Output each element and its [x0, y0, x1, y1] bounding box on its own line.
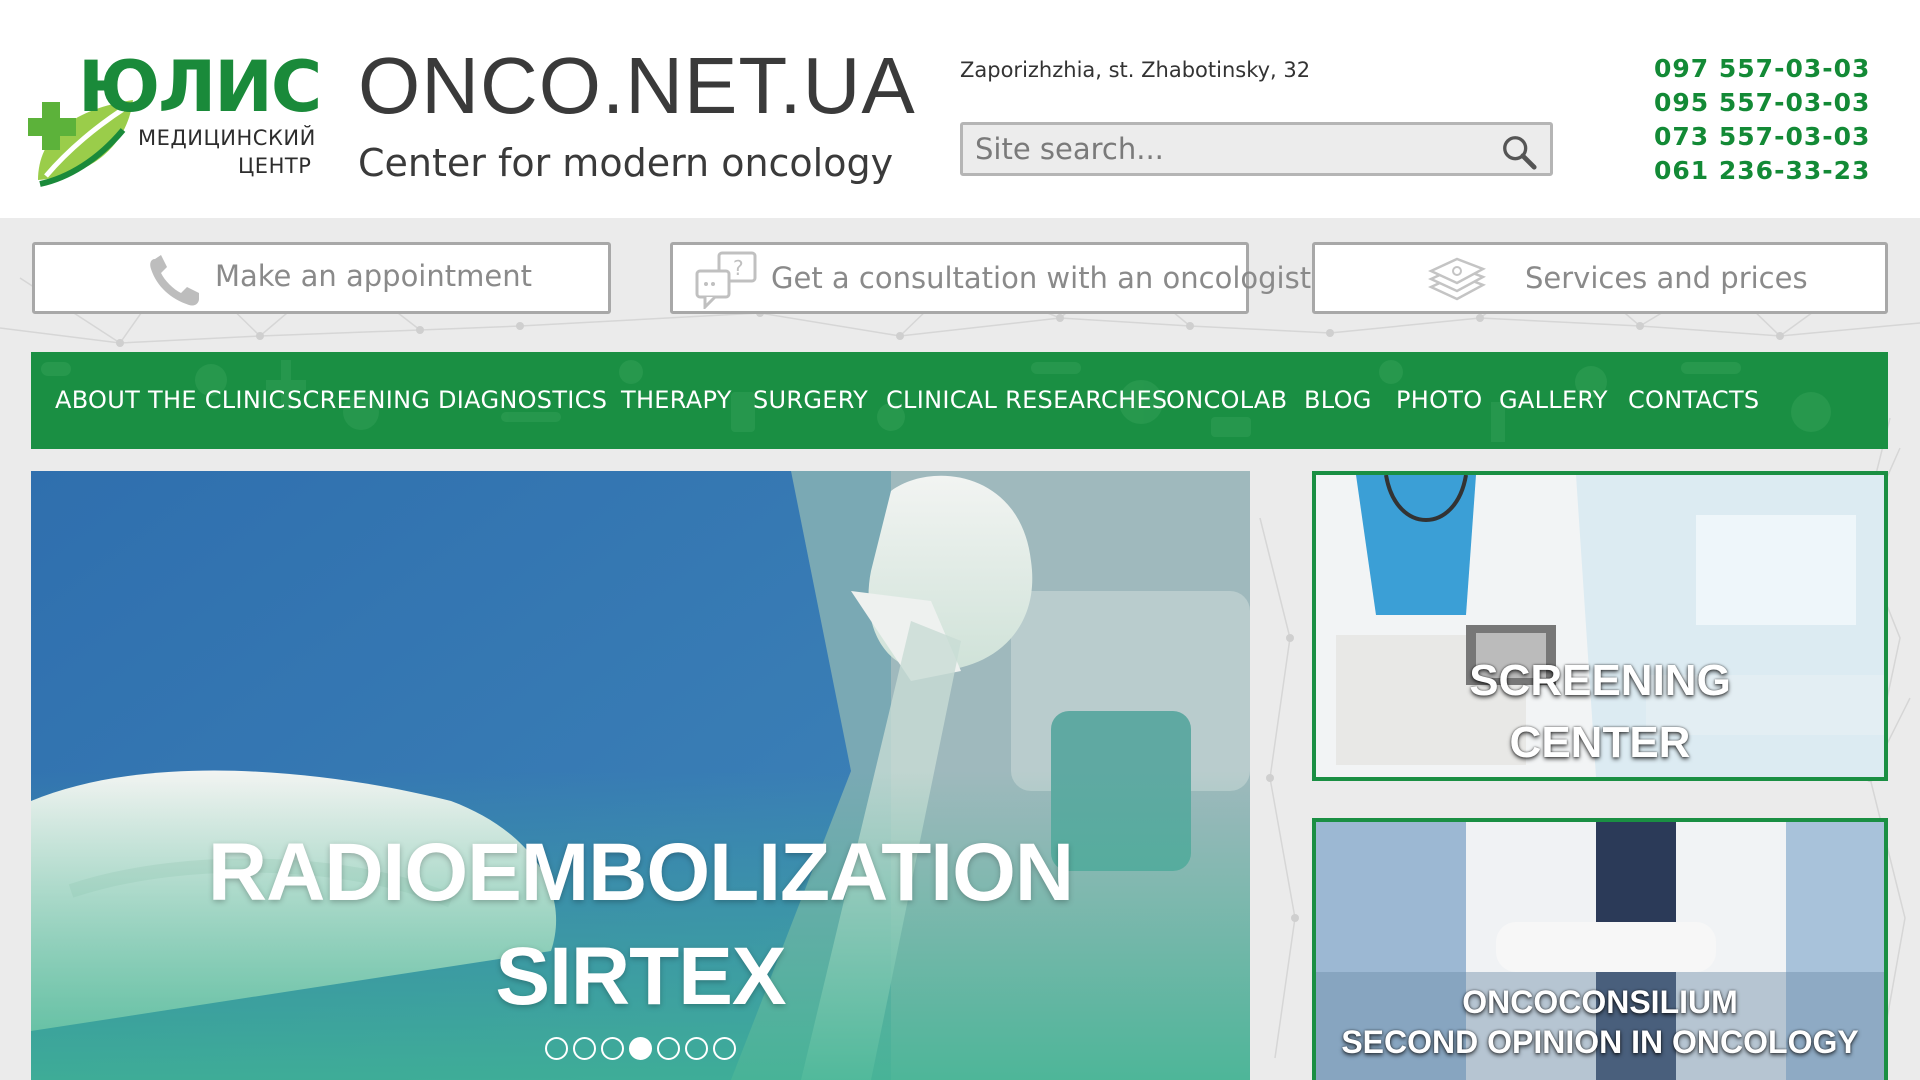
hero-title-line2: SIRTEX	[495, 931, 786, 1022]
nav-therapy[interactable]: THERAPY	[621, 386, 732, 414]
nav-screening[interactable]: SCREENING	[287, 386, 430, 414]
logo-subtitle-line1: МЕДИЦИНСКИЙ	[138, 126, 316, 150]
services-prices-button[interactable]: Services and prices	[1312, 242, 1888, 314]
logo-wordmark: ЮЛИС	[78, 46, 322, 128]
phone-icon	[150, 255, 199, 306]
chat-question-icon: ?	[695, 251, 757, 309]
clinic-address: Zaporizhzhia, st. Zhabotinsky, 32	[960, 58, 1311, 82]
svg-text:?: ?	[733, 256, 744, 280]
nav-surgery[interactable]: SURGERY	[753, 386, 868, 414]
slider-dot[interactable]	[545, 1037, 568, 1060]
site-tagline: Center for modern oncology	[358, 141, 894, 185]
main-navigation: ABOUT THE CLINIC SCREENING DIAGNOSTICS T…	[31, 352, 1888, 449]
nav-gallery[interactable]: GALLERY	[1499, 386, 1608, 414]
logo-subtitle-line2: ЦЕНТР	[238, 154, 312, 178]
phone-number[interactable]: 061 236-33-23	[1654, 154, 1870, 188]
card-title-line2: CENTER	[1509, 718, 1691, 767]
site-header: ЮЛИС МЕДИЦИНСКИЙ ЦЕНТР ONCO.NET.UA Cente…	[0, 0, 1920, 218]
services-prices-label: Services and prices	[1525, 261, 1808, 295]
phone-number[interactable]: 095 557-03-03	[1654, 86, 1870, 120]
search-box	[960, 122, 1553, 176]
phone-number[interactable]: 073 557-03-03	[1654, 120, 1870, 154]
nav-diagnostics[interactable]: DIAGNOSTICS	[438, 386, 607, 414]
nav-about-clinic[interactable]: ABOUT THE CLINIC	[55, 386, 286, 414]
phone-list: 097 557-03-03 095 557-03-03 073 557-03-0…	[1654, 52, 1870, 188]
slider-dot[interactable]	[657, 1037, 680, 1060]
oncoconsilium-card[interactable]: ONCOCONSILIUM SECOND OPINION IN ONCOLOGY	[1312, 818, 1888, 1080]
slider-dot[interactable]	[573, 1037, 596, 1060]
nav-oncolab[interactable]: ONCOLAB	[1166, 386, 1287, 414]
slider-dots	[31, 1037, 1250, 1060]
search-icon[interactable]	[1500, 133, 1538, 171]
search-input[interactable]	[975, 129, 1475, 169]
clinic-logo[interactable]: ЮЛИС МЕДИЦИНСКИЙ ЦЕНТР	[28, 52, 322, 202]
hero-title: RADIOEMBOLIZATION SIRTEX	[31, 821, 1250, 1029]
nav-clinical-researches[interactable]: CLINICAL RESEARCHES	[886, 386, 1167, 414]
consultation-label: Get a consultation with an oncologist	[771, 261, 1312, 295]
card-title-line1: ONCOCONSILIUM	[1462, 984, 1738, 1020]
make-appointment-button[interactable]: Make an appointment	[32, 242, 611, 314]
hero-slider[interactable]: RADIOEMBOLIZATION SIRTEX	[31, 471, 1250, 1080]
site-title: ONCO.NET.UA	[358, 41, 916, 130]
hero-title-line1: RADIOEMBOLIZATION	[207, 827, 1074, 918]
screening-center-title: SCREENING CENTER	[1316, 650, 1884, 774]
money-stack-icon	[1428, 257, 1486, 301]
consultation-button[interactable]: ? Get a consultation with an oncologist	[670, 242, 1311, 314]
slider-dot[interactable]	[685, 1037, 708, 1060]
nav-photo[interactable]: PHOTO	[1396, 386, 1482, 414]
card-title-line2: SECOND OPINION IN ONCOLOGY	[1341, 1024, 1859, 1060]
make-appointment-label: Make an appointment	[215, 259, 532, 293]
screening-center-card[interactable]: SCREENING CENTER	[1312, 471, 1888, 781]
slider-dot[interactable]	[601, 1037, 624, 1060]
nav-contacts[interactable]: CONTACTS	[1628, 386, 1759, 414]
oncoconsilium-title: ONCOCONSILIUM SECOND OPINION IN ONCOLOGY	[1316, 982, 1884, 1062]
slider-dot[interactable]	[713, 1037, 736, 1060]
card-title-line1: SCREENING	[1469, 656, 1731, 705]
phone-number[interactable]: 097 557-03-03	[1654, 52, 1870, 86]
nav-blog[interactable]: BLOG	[1304, 386, 1372, 414]
slider-dot-active[interactable]	[629, 1037, 652, 1060]
